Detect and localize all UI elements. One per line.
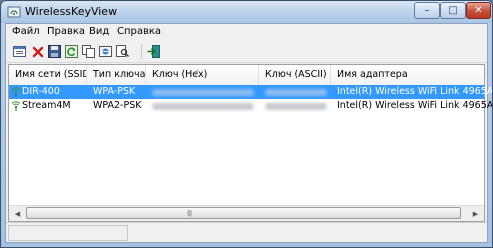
scrollbar-grip-icon: |||| <box>187 210 192 217</box>
list-header: Имя сети (SSID) Тип ключа Ключ (Hex) / К… <box>9 65 484 86</box>
title-bar[interactable]: WirelessKeyView – □ ✕ <box>1 1 492 23</box>
column-header-key-hex[interactable]: Ключ (Hex) <box>146 65 259 85</box>
cell-key-type: WPA2-PSK <box>93 100 142 111</box>
window-title: WirelessKeyView <box>25 5 118 18</box>
scroll-right-icon: ▶ <box>472 209 479 218</box>
cell-key-ascii <box>265 89 327 96</box>
horizontal-scrollbar[interactable]: ◀ |||| ▶ <box>9 205 484 221</box>
menu-file[interactable]: Файл <box>12 26 40 37</box>
html-report-button[interactable] <box>98 44 113 59</box>
refresh-icon <box>65 45 78 58</box>
maximize-button[interactable]: □ <box>440 2 466 19</box>
menu-help[interactable]: Справка <box>117 26 161 37</box>
cell-key-hex <box>152 89 254 96</box>
cell-key-hex <box>152 103 254 110</box>
scroll-left-icon: ◀ <box>14 209 21 218</box>
scroll-left-button[interactable]: ◀ <box>10 207 25 220</box>
properties-icon <box>13 46 26 57</box>
menu-view[interactable]: Вид <box>89 26 109 37</box>
cell-key-type: WPA-PSK <box>93 86 136 97</box>
maximize-icon: □ <box>448 5 458 16</box>
cell-ssid: Stream4M <box>22 100 71 111</box>
column-header-ssid[interactable]: Имя сети (SSID) <box>9 65 87 85</box>
menu-bar: Файл Правка Вид Справка <box>6 24 487 41</box>
minimize-button[interactable]: – <box>414 2 440 19</box>
minimize-icon: – <box>424 5 430 16</box>
scrollbar-thumb[interactable]: |||| <box>26 207 461 219</box>
wifi-icon <box>11 87 21 97</box>
column-header-key-type[interactable]: Тип ключа <box>87 65 146 85</box>
toolbar-separator <box>141 44 142 59</box>
sort-indicator-icon: / <box>195 69 199 79</box>
table-row[interactable]: DIR-400 WPA-PSK Intel(R) Wireless WiFi L… <box>9 85 492 99</box>
network-list[interactable]: Имя сети (SSID) Тип ключа Ключ (Hex) / К… <box>8 64 492 222</box>
find-icon <box>116 45 129 58</box>
cell-key-ascii <box>265 103 327 110</box>
close-icon: ✕ <box>474 5 483 16</box>
refresh-button[interactable] <box>64 44 79 59</box>
exit-button[interactable] <box>146 44 161 59</box>
cell-ssid: DIR-400 <box>22 86 60 97</box>
client-area: Файл Правка Вид Справка Имя сети (SSID) … <box>5 23 492 243</box>
app-window: WirelessKeyView – □ ✕ Файл Правка Вид Сп… <box>0 0 493 248</box>
column-header-adapter[interactable]: Имя адаптера <box>331 65 491 85</box>
scroll-right-button[interactable]: ▶ <box>468 207 483 220</box>
column-header-key-ascii[interactable]: Ключ (ASCII) <box>259 65 331 85</box>
status-bar <box>6 222 487 242</box>
find-button[interactable] <box>115 44 130 59</box>
cell-adapter: Intel(R) Wireless WiFi Link 4965AGN <box>337 100 493 111</box>
close-button[interactable]: ✕ <box>466 2 491 19</box>
delete-button[interactable] <box>30 44 45 59</box>
menu-edit[interactable]: Правка <box>47 26 85 37</box>
table-row[interactable]: Stream4M WPA2-PSK Intel(R) Wireless WiFi… <box>9 99 492 113</box>
toolbar <box>6 41 487 63</box>
copy-button[interactable] <box>81 44 96 59</box>
copy-icon <box>82 45 95 58</box>
cell-adapter: Intel(R) Wireless WiFi Link 4965AGN <box>337 86 493 97</box>
exit-icon <box>147 45 160 58</box>
properties-button[interactable] <box>12 44 27 59</box>
save-icon <box>48 45 61 58</box>
delete-icon <box>32 46 43 57</box>
status-pane <box>8 225 128 241</box>
html-report-icon <box>99 46 112 57</box>
app-icon <box>7 6 21 18</box>
save-button[interactable] <box>47 44 62 59</box>
wifi-icon <box>11 101 21 111</box>
